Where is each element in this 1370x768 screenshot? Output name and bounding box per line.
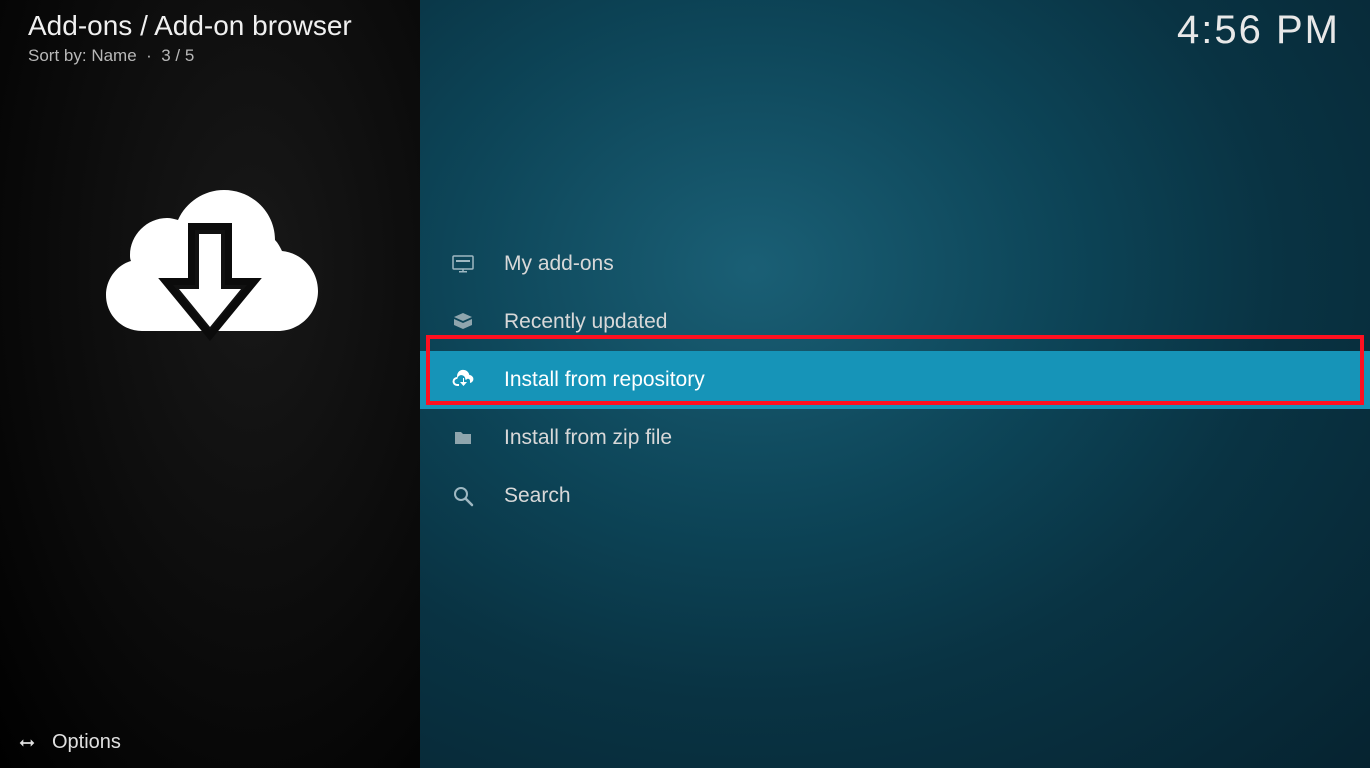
options-label: Options <box>52 731 121 754</box>
main-panel: 4:56 PM My add-ons Recently updated Inst… <box>420 0 1370 768</box>
zip-file-icon <box>450 425 476 451</box>
menu-item-label: Search <box>504 484 571 508</box>
sidebar: Add-ons / Add-on browser Sort by: Name ·… <box>0 0 420 768</box>
menu-item-install-from-zip[interactable]: Install from zip file <box>420 409 1370 467</box>
open-box-icon <box>450 309 476 335</box>
app-root: Add-ons / Add-on browser Sort by: Name ·… <box>0 0 1370 768</box>
options-button[interactable]: Options <box>16 731 121 754</box>
options-icon <box>16 732 38 754</box>
download-cloud-icon <box>95 160 325 360</box>
sort-value: Name <box>91 46 136 65</box>
menu-list: My add-ons Recently updated Install from… <box>420 235 1370 525</box>
clock: 4:56 PM <box>1177 8 1340 53</box>
sort-prefix: Sort by: <box>28 46 91 65</box>
search-icon <box>450 483 476 509</box>
menu-item-label: Install from repository <box>504 368 705 392</box>
cloud-download-icon <box>450 367 476 393</box>
menu-item-my-addons[interactable]: My add-ons <box>420 235 1370 293</box>
menu-item-label: Install from zip file <box>504 426 672 450</box>
menu-item-search[interactable]: Search <box>420 467 1370 525</box>
sort-info: Sort by: Name · 3 / 5 <box>28 46 194 66</box>
monitor-icon <box>450 251 476 277</box>
breadcrumb: Add-ons / Add-on browser <box>28 10 352 42</box>
menu-item-label: My add-ons <box>504 252 614 276</box>
menu-item-label: Recently updated <box>504 310 667 334</box>
menu-item-install-from-repository[interactable]: Install from repository <box>420 351 1370 409</box>
list-position: 3 / 5 <box>161 46 194 65</box>
menu-item-recently-updated[interactable]: Recently updated <box>420 293 1370 351</box>
